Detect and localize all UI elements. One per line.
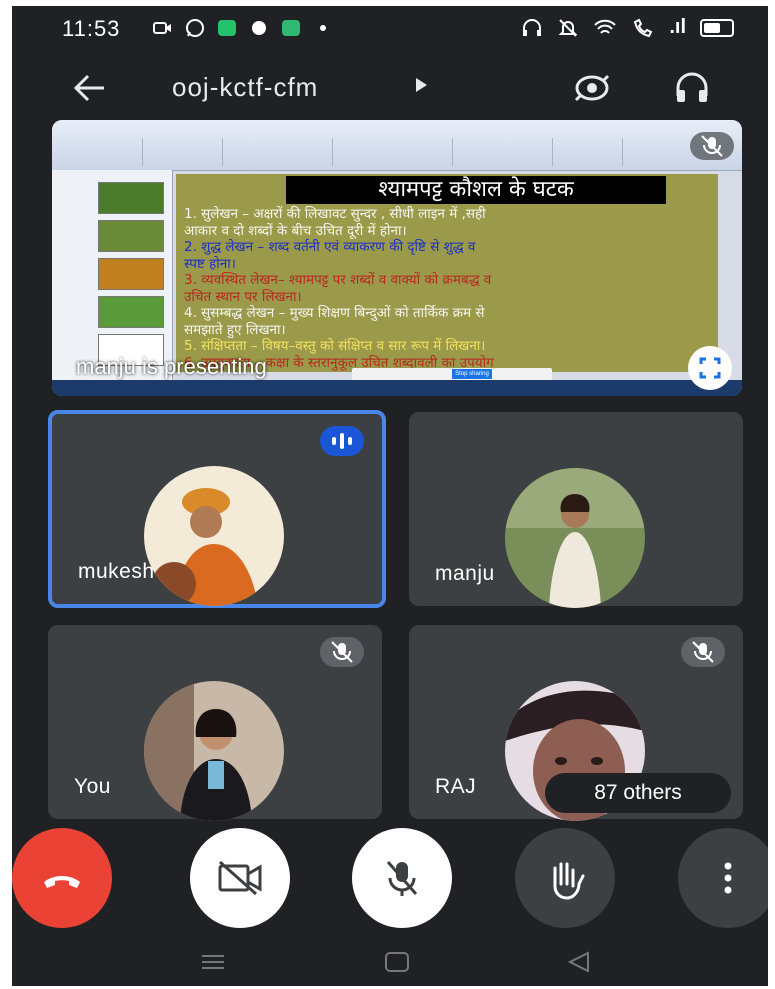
mic-off-icon [331, 641, 353, 663]
presenter-label: manju is presenting [76, 354, 267, 379]
powerpoint-ribbon [52, 120, 742, 171]
battery-icon [700, 18, 734, 37]
presentation-tile[interactable]: श्यामपट्ट कौशल के घटक 1. सुलेखन – अक्षरो… [52, 120, 742, 396]
speaking-indicator [320, 426, 364, 456]
mic-off-icon [386, 861, 418, 896]
others-count-chip[interactable]: 87 others [545, 773, 731, 813]
raise-hand-icon [553, 862, 585, 900]
mic-off-icon [692, 641, 714, 663]
audio-output-icon[interactable] [672, 68, 712, 108]
back-nav-icon[interactable] [564, 950, 594, 974]
mute-notification-icon [558, 18, 578, 37]
fullscreen-button[interactable] [688, 346, 732, 390]
participant-name: mukesh [78, 560, 155, 583]
whatsapp-icon [186, 19, 204, 37]
recents-icon[interactable] [198, 952, 228, 972]
fullscreen-icon [699, 357, 721, 379]
message-notification-icon [282, 20, 300, 36]
windows-taskbar [52, 380, 742, 396]
sharing-bar: Stop sharing [352, 368, 552, 380]
muted-badge [681, 637, 725, 667]
meeting-details-arrow-icon[interactable] [416, 78, 427, 92]
participant-tile-mukesh[interactable]: mukesh [48, 410, 386, 608]
meet-screen: 11:53 .ıl ooj-kctf-cfm श्यामपट्ट कौशल के… [12, 6, 768, 986]
audio-level-icon [332, 433, 352, 449]
avatar [144, 681, 284, 821]
participant-name: RAJ [435, 775, 477, 798]
meeting-code[interactable]: ooj-kctf-cfm [172, 72, 318, 103]
switch-camera-icon[interactable] [572, 68, 612, 108]
android-nav-bar [12, 938, 768, 986]
more-vert-icon [724, 862, 732, 894]
back-arrow-icon[interactable] [70, 68, 110, 108]
avatar [505, 468, 645, 608]
avatar-image [144, 466, 284, 606]
participant-name: manju [435, 562, 495, 585]
hang-up-icon [44, 876, 80, 888]
more-options-button[interactable] [678, 828, 768, 928]
stop-sharing-button[interactable]: Stop sharing [452, 369, 492, 379]
headset-status-icon [523, 18, 542, 36]
muted-badge [320, 637, 364, 667]
camera-off-icon [218, 860, 262, 896]
clock: 11:53 [62, 16, 121, 41]
slides-pane [52, 170, 173, 380]
app-notification-icon [218, 20, 236, 36]
avatar-image [505, 468, 645, 608]
meet-header: ooj-kctf-cfm [12, 58, 768, 118]
wifi-icon [594, 19, 617, 34]
mic-off-icon [701, 135, 723, 157]
slide-title: श्यामपट्ट कौशल के घटक [286, 176, 666, 204]
video-notification-icon [153, 22, 171, 34]
signal-strength: .ıl [669, 16, 686, 38]
mic-toggle-button[interactable] [352, 828, 452, 928]
chat-notification-icon [252, 21, 266, 35]
participant-name: You [74, 775, 111, 798]
slide-body: 1. सुलेखन – अक्षरों की लिखावट सुन्दर , स… [184, 206, 494, 371]
presenter-muted-badge [690, 132, 734, 160]
dot-icon [320, 25, 326, 31]
status-bar: 11:53 .ıl [12, 6, 768, 54]
home-icon[interactable] [382, 950, 412, 974]
volte-call-icon [634, 18, 653, 37]
camera-toggle-button[interactable] [190, 828, 290, 928]
raise-hand-button[interactable] [515, 828, 615, 928]
current-slide: श्यामपट्ट कौशल के घटक 1. सुलेखन – अक्षरो… [176, 174, 718, 372]
avatar [144, 466, 284, 606]
end-call-button[interactable] [12, 828, 112, 928]
participant-tile-you[interactable]: You [48, 625, 382, 821]
avatar-image [144, 681, 284, 821]
participant-tile-manju[interactable]: manju [409, 412, 743, 608]
